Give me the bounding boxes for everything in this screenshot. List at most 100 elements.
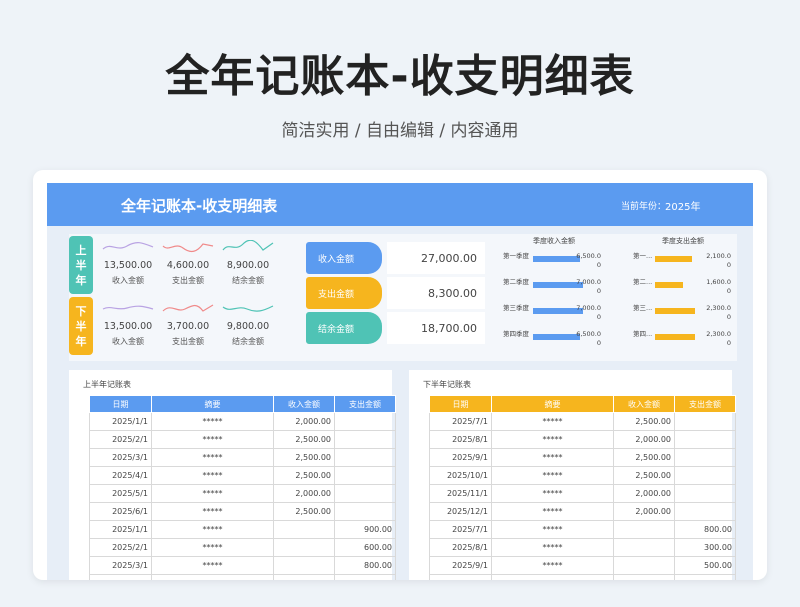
table-row[interactable]: 2025/11/1 ***** 2,000.00 (429, 484, 736, 503)
table-cell[interactable]: ***** (151, 520, 274, 539)
table-cell[interactable] (613, 556, 675, 575)
table-row[interactable]: 2025/4/1 ***** 2,500.00 (89, 466, 396, 485)
table-cell[interactable] (334, 502, 396, 521)
column-header[interactable]: 支出金额 (674, 395, 736, 413)
table-cell[interactable]: 2025/7/1 (429, 520, 492, 539)
table-cell[interactable] (674, 412, 736, 431)
table-cell[interactable]: 2025/8/1 (429, 538, 492, 557)
table-cell[interactable]: 800.00 (334, 556, 396, 575)
table-row[interactable]: 2025/9/1 ***** 500.00 (429, 556, 736, 575)
table-cell[interactable]: ***** (491, 430, 614, 449)
column-header[interactable]: 收入金额 (613, 395, 675, 413)
table-cell[interactable] (273, 556, 335, 575)
table-cell[interactable]: 2025/5/1 (89, 484, 152, 503)
column-header[interactable]: 摘要 (151, 395, 274, 413)
table-cell[interactable]: 2,500.00 (273, 502, 335, 521)
table-cell[interactable] (674, 430, 736, 449)
table-cell[interactable]: ***** (491, 574, 614, 580)
table-cell[interactable]: ***** (491, 448, 614, 467)
table-row[interactable]: 2025/8/1 ***** 300.00 (429, 538, 736, 557)
table-cell[interactable]: ***** (491, 502, 614, 521)
table-cell[interactable] (334, 412, 396, 431)
table-cell[interactable]: 2025/9/1 (429, 556, 492, 575)
column-header[interactable]: 日期 (89, 395, 152, 413)
table-cell[interactable]: ***** (491, 412, 614, 431)
table-cell[interactable]: 900.00 (334, 520, 396, 539)
table-cell[interactable] (674, 466, 736, 485)
table-cell[interactable] (334, 448, 396, 467)
table-cell[interactable]: 2025/2/1 (89, 430, 152, 449)
table-cell[interactable]: 2025/1/1 (89, 412, 152, 431)
table-cell[interactable]: 2025/12/1 (429, 502, 492, 521)
table-cell[interactable]: 2,500.00 (273, 430, 335, 449)
table-cell[interactable] (674, 448, 736, 467)
table-cell[interactable]: 400.00 (674, 574, 736, 580)
column-header[interactable]: 支出金额 (334, 395, 396, 413)
table-cell[interactable]: 800.00 (674, 520, 736, 539)
table-row[interactable]: 2025/2/1 ***** 2,500.00 (89, 430, 396, 449)
table-cell[interactable]: 300.00 (674, 538, 736, 557)
table-cell[interactable]: ***** (151, 502, 274, 521)
table-cell[interactable]: 500.00 (674, 556, 736, 575)
table-row[interactable]: 2025/7/1 ***** 800.00 (429, 520, 736, 539)
table-cell[interactable]: 2,500.00 (613, 448, 675, 467)
table-row[interactable]: 2025/10/1***** 400.00 (429, 574, 736, 580)
table-cell[interactable]: 2025/10/1 (429, 466, 492, 485)
table-cell[interactable]: 2,500.00 (613, 412, 675, 431)
table-row[interactable]: 2025/2/1 ***** 600.00 (89, 538, 396, 557)
table-cell[interactable]: 700.00 (334, 574, 396, 580)
table-row[interactable]: 2025/7/1 ***** 2,500.00 (429, 412, 736, 431)
table-row[interactable]: 2025/1/1 ***** 2,000.00 (89, 412, 396, 431)
table-cell[interactable] (334, 430, 396, 449)
table-cell[interactable]: ***** (491, 466, 614, 485)
table-row[interactable]: 2025/3/1 ***** 800.00 (89, 556, 396, 575)
table-cell[interactable]: 2,500.00 (273, 448, 335, 467)
table-cell[interactable] (334, 484, 396, 503)
table-cell[interactable]: 2,000.00 (613, 502, 675, 521)
table-row[interactable]: 2025/4/1***** 700.00 (89, 574, 396, 580)
table-row[interactable]: 2025/9/1 ***** 2,500.00 (429, 448, 736, 467)
table-cell[interactable]: 2025/4/1 (89, 466, 152, 485)
table-cell[interactable]: 2025/4/1 (89, 574, 152, 580)
table-cell[interactable]: 2025/2/1 (89, 538, 152, 557)
table-cell[interactable] (273, 574, 335, 580)
table-cell[interactable]: 2,500.00 (613, 466, 675, 485)
table-cell[interactable]: ***** (151, 448, 274, 467)
table-cell[interactable]: 2025/3/1 (89, 448, 152, 467)
column-header[interactable]: 收入金额 (273, 395, 335, 413)
table-row[interactable]: 2025/1/1 ***** 900.00 (89, 520, 396, 539)
table-cell[interactable] (613, 538, 675, 557)
table-cell[interactable]: ***** (491, 520, 614, 539)
table-cell[interactable]: 2025/10/1 (429, 574, 492, 580)
table-row[interactable]: 2025/8/1 ***** 2,000.00 (429, 430, 736, 449)
table-row[interactable]: 2025/10/1 ***** 2,500.00 (429, 466, 736, 485)
table-cell[interactable]: ***** (491, 484, 614, 503)
table-cell[interactable]: 2025/8/1 (429, 430, 492, 449)
table-cell[interactable] (273, 538, 335, 557)
table-cell[interactable]: 2,000.00 (273, 484, 335, 503)
year-value[interactable]: 2025年 (665, 198, 700, 213)
table-cell[interactable]: ***** (491, 556, 614, 575)
table-cell[interactable]: ***** (491, 538, 614, 557)
column-header[interactable]: 日期 (429, 395, 492, 413)
table-cell[interactable]: 2025/11/1 (429, 484, 492, 503)
table-cell[interactable]: 2025/1/1 (89, 520, 152, 539)
table-cell[interactable]: 2,500.00 (273, 466, 335, 485)
table-cell[interactable] (273, 520, 335, 539)
table-cell[interactable] (613, 520, 675, 539)
table-cell[interactable]: ***** (151, 574, 274, 580)
table-cell[interactable] (334, 466, 396, 485)
table-cell[interactable]: 2,000.00 (613, 484, 675, 503)
table-cell[interactable]: 2,000.00 (273, 412, 335, 431)
table-cell[interactable] (613, 574, 675, 580)
column-header[interactable]: 摘要 (491, 395, 614, 413)
table-cell[interactable]: ***** (151, 466, 274, 485)
table-cell[interactable]: 600.00 (334, 538, 396, 557)
table-cell[interactable]: 2,000.00 (613, 430, 675, 449)
table-row[interactable]: 2025/6/1 ***** 2,500.00 (89, 502, 396, 521)
table-cell[interactable]: ***** (151, 412, 274, 431)
table-cell[interactable] (674, 502, 736, 521)
table-row[interactable]: 2025/5/1 ***** 2,000.00 (89, 484, 396, 503)
table-cell[interactable] (674, 484, 736, 503)
table-cell[interactable]: ***** (151, 430, 274, 449)
